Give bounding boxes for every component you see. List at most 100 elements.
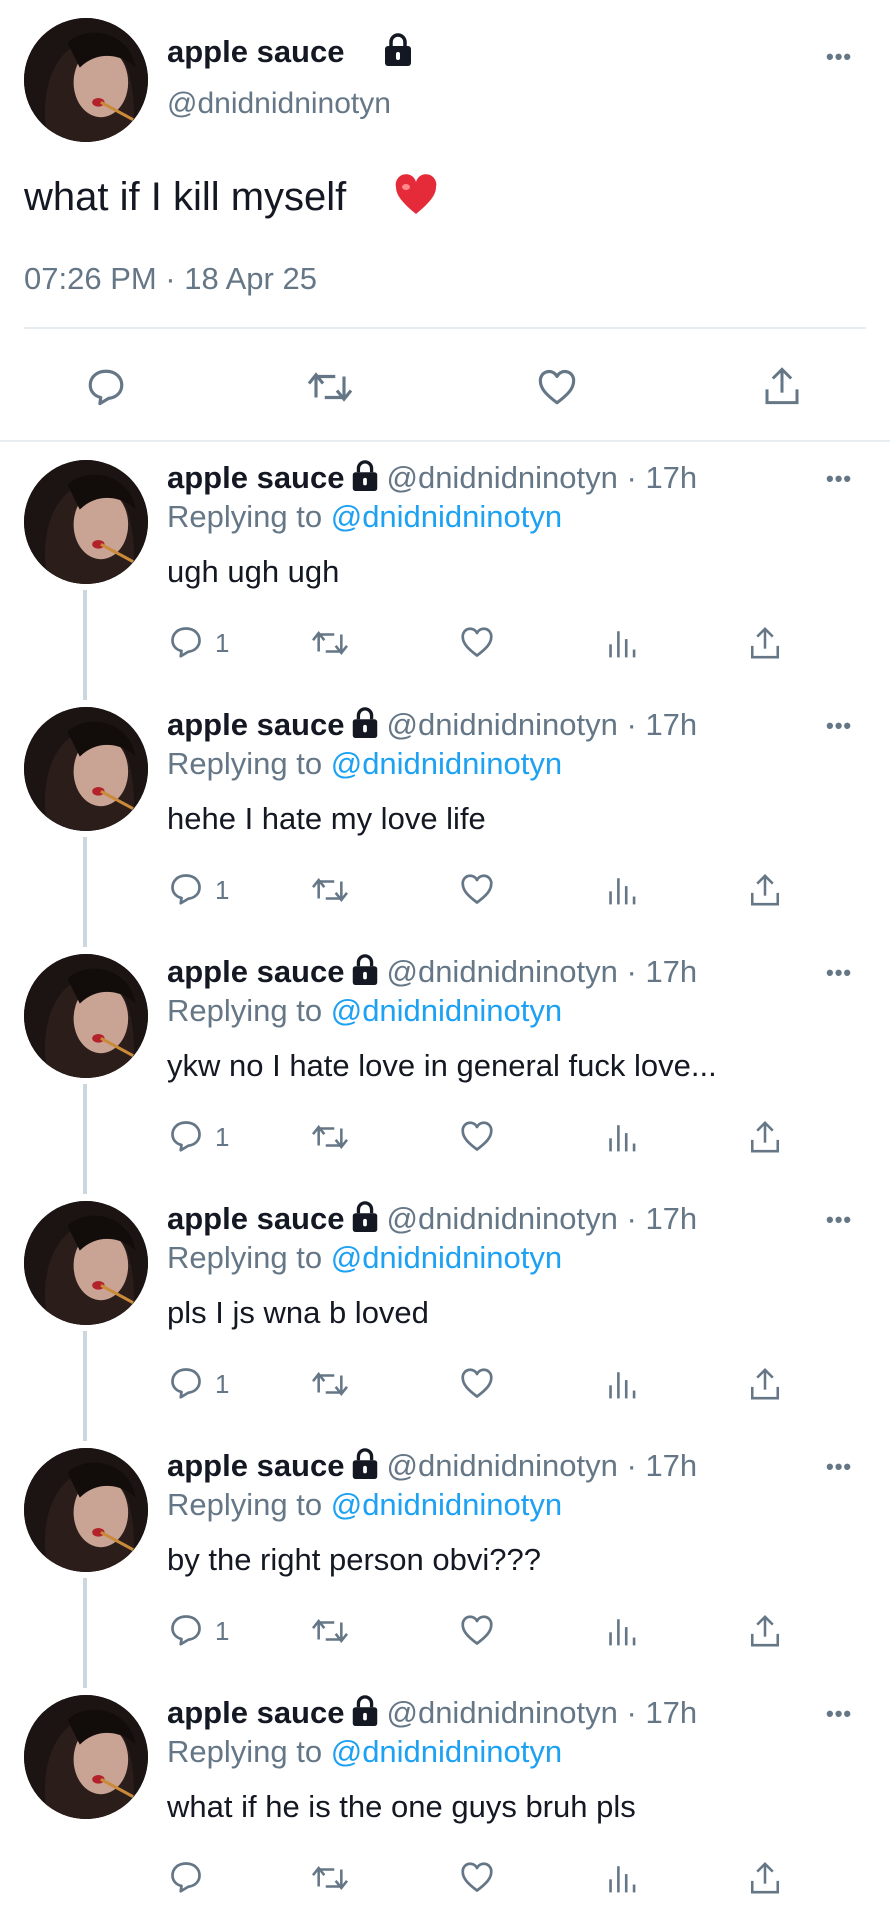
reply-tweet[interactable]: apple sauce @dnidnidninotyn · 17h ••• Rep… <box>0 1432 890 1688</box>
replying-to-label: Replying to <box>167 1734 323 1769</box>
lock-icon <box>350 954 380 986</box>
avatar[interactable] <box>24 18 148 142</box>
share-icon[interactable] <box>748 1612 782 1650</box>
like-icon[interactable] <box>458 624 496 660</box>
lock-icon <box>350 707 380 739</box>
lock-icon <box>350 460 380 492</box>
retweet-icon[interactable] <box>309 626 351 660</box>
divider <box>24 327 866 329</box>
more-icon[interactable]: ••• <box>826 1209 852 1231</box>
share-icon[interactable] <box>748 1118 782 1156</box>
avatar[interactable] <box>24 460 148 584</box>
reply-icon[interactable] <box>167 1859 205 1895</box>
like-icon[interactable] <box>535 366 579 408</box>
tweet-text: pls I js wna b loved <box>167 1295 429 1330</box>
reply-count: 1 <box>215 1616 230 1646</box>
share-icon[interactable] <box>748 1365 782 1403</box>
handle-and-time: @dnidnidninotyn · 17h <box>386 460 698 495</box>
reply-tweet[interactable]: apple sauce @dnidnidninotyn · 17h ••• Rep… <box>0 938 890 1194</box>
avatar[interactable] <box>24 1695 148 1819</box>
more-icon[interactable]: ••• <box>826 46 852 68</box>
reply-icon[interactable] <box>167 871 205 907</box>
retweet-icon[interactable] <box>309 1861 351 1895</box>
avatar-photo <box>24 1695 148 1819</box>
analytics-icon[interactable] <box>605 1614 637 1648</box>
display-name[interactable]: apple sauce <box>167 707 344 742</box>
like-icon[interactable] <box>458 871 496 907</box>
replying-to: Replying to @dnidnidninotyn <box>167 1487 562 1523</box>
handle-and-time: @dnidnidninotyn · 17h <box>386 1695 698 1730</box>
replying-to-handle[interactable]: @dnidnidninotyn <box>331 1240 562 1275</box>
more-icon[interactable]: ••• <box>826 715 852 737</box>
share-icon[interactable] <box>762 364 802 408</box>
avatar-photo <box>24 460 148 584</box>
reply-icon[interactable] <box>167 1612 205 1648</box>
replying-to-handle[interactable]: @dnidnidninotyn <box>331 1487 562 1522</box>
lock-icon <box>350 1695 380 1727</box>
avatar[interactable] <box>24 1448 148 1572</box>
reply-count: 1 <box>215 1122 230 1152</box>
reply-tweet[interactable]: apple sauce @dnidnidninotyn · 17h ••• Rep… <box>0 1679 890 1926</box>
avatar-photo <box>24 1201 148 1325</box>
like-icon[interactable] <box>458 1859 496 1895</box>
like-icon[interactable] <box>458 1612 496 1648</box>
avatar[interactable] <box>24 1201 148 1325</box>
action-bar: 1 <box>0 1610 890 1650</box>
display-name[interactable]: apple sauce <box>167 954 344 989</box>
action-bar: 1 <box>0 1116 890 1156</box>
replying-to-label: Replying to <box>167 993 323 1028</box>
share-icon[interactable] <box>748 1859 782 1897</box>
replying-to: Replying to @dnidnidninotyn <box>167 746 562 782</box>
retweet-icon[interactable] <box>309 873 351 907</box>
replying-to-handle[interactable]: @dnidnidninotyn <box>331 499 562 534</box>
like-icon[interactable] <box>458 1118 496 1154</box>
retweet-icon[interactable] <box>309 1614 351 1648</box>
analytics-icon[interactable] <box>605 873 637 907</box>
more-icon[interactable]: ••• <box>826 468 852 490</box>
display-name[interactable]: apple sauce <box>167 1448 344 1483</box>
replying-to-handle[interactable]: @dnidnidninotyn <box>331 993 562 1028</box>
tweet-text: by the right person obvi??? <box>167 1542 541 1577</box>
more-icon[interactable]: ••• <box>826 1703 852 1725</box>
tweet-text: hehe I hate my love life <box>167 801 486 836</box>
reply-tweet[interactable]: apple sauce @dnidnidninotyn · 17h ••• Rep… <box>0 1185 890 1441</box>
reply-count: 1 <box>215 875 230 905</box>
share-icon[interactable] <box>748 871 782 909</box>
reply-tweet[interactable]: apple sauce @dnidnidninotyn · 17h ••• Rep… <box>0 691 890 947</box>
tweet-text: ykw no I hate love in general fuck love.… <box>167 1048 717 1083</box>
share-icon[interactable] <box>748 624 782 662</box>
display-name[interactable]: apple sauce <box>167 460 344 495</box>
replying-to: Replying to @dnidnidninotyn <box>167 1734 562 1770</box>
reply-header: apple sauce @dnidnidninotyn · 17h <box>167 460 697 496</box>
reply-header: apple sauce @dnidnidninotyn · 17h <box>167 1695 697 1731</box>
retweet-icon[interactable] <box>309 1367 351 1401</box>
reply-icon[interactable] <box>167 1365 205 1401</box>
display-name[interactable]: apple sauce <box>167 34 344 70</box>
reply-count: 1 <box>215 1369 230 1399</box>
display-name[interactable]: apple sauce <box>167 1201 344 1236</box>
retweet-icon[interactable] <box>309 1120 351 1154</box>
reply-tweet[interactable]: apple sauce @dnidnidninotyn · 17h ••• Rep… <box>0 444 890 700</box>
display-name[interactable]: apple sauce <box>167 1695 344 1730</box>
replying-to-handle[interactable]: @dnidnidninotyn <box>331 1734 562 1769</box>
reply-header: apple sauce @dnidnidninotyn · 17h <box>167 954 697 990</box>
reply-icon[interactable] <box>167 1118 205 1154</box>
heart-emoji-icon <box>394 174 438 216</box>
avatar[interactable] <box>24 707 148 831</box>
replying-to-label: Replying to <box>167 1240 323 1275</box>
analytics-icon[interactable] <box>605 1120 637 1154</box>
analytics-icon[interactable] <box>605 626 637 660</box>
analytics-icon[interactable] <box>605 1861 637 1895</box>
reply-icon[interactable] <box>167 624 205 660</box>
handle[interactable]: @dnidnidninotyn <box>167 87 391 121</box>
reply-icon[interactable] <box>84 366 128 408</box>
like-icon[interactable] <box>458 1365 496 1401</box>
more-icon[interactable]: ••• <box>826 962 852 984</box>
retweet-icon[interactable] <box>305 366 355 408</box>
replying-to-handle[interactable]: @dnidnidninotyn <box>331 746 562 781</box>
replying-to-label: Replying to <box>167 499 323 534</box>
more-icon[interactable]: ••• <box>826 1456 852 1478</box>
analytics-icon[interactable] <box>605 1367 637 1401</box>
avatar[interactable] <box>24 954 148 1078</box>
handle-and-time: @dnidnidninotyn · 17h <box>386 1448 698 1483</box>
